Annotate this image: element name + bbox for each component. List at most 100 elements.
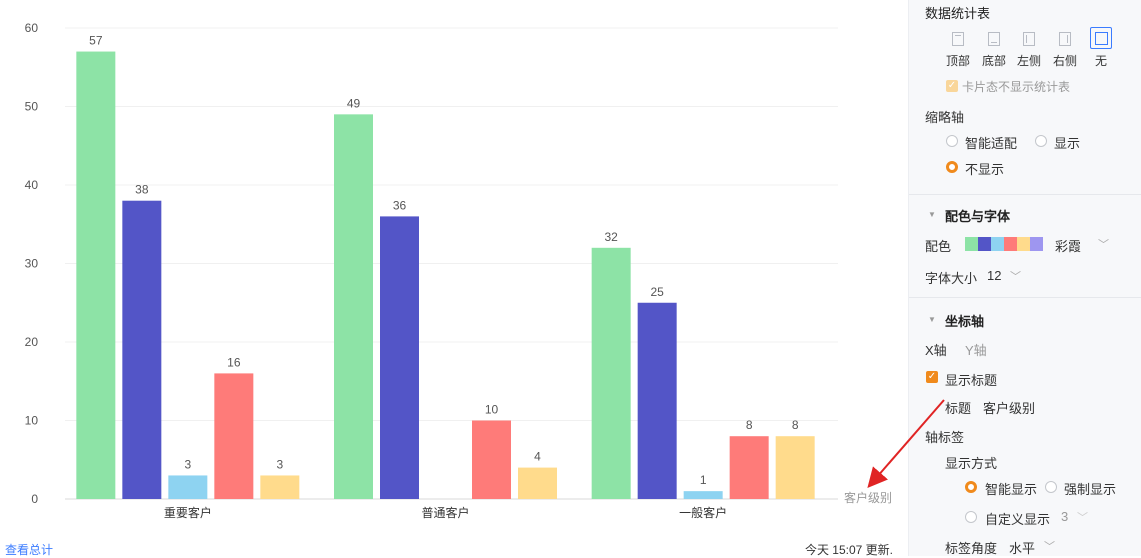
legend-right-button[interactable] — [1054, 28, 1076, 50]
custom-display-value[interactable]: 3 — [1061, 509, 1068, 524]
thumb-axis-option-label: 显示 — [1054, 136, 1081, 151]
swatch — [1004, 237, 1017, 251]
data-label: 25 — [650, 285, 664, 299]
bar — [122, 200, 162, 499]
divider — [909, 297, 1141, 298]
card-hide-checkbox[interactable]: ✓ — [946, 80, 958, 92]
label-angle-label: 标签角度 — [945, 541, 998, 556]
legend-section-title: 数据统计表 — [925, 6, 991, 21]
bar — [472, 420, 511, 499]
layout-right-icon — [1059, 32, 1071, 46]
legend-option-label: 顶部 — [945, 54, 970, 68]
bar — [775, 436, 815, 499]
thumb-axis-option-label: 不显示 — [965, 162, 1005, 177]
thumb-axis-hide-radio[interactable] — [946, 161, 958, 173]
tab-x-axis[interactable]: X轴 — [925, 340, 947, 359]
bar — [683, 491, 723, 499]
data-label: 3 — [276, 457, 283, 471]
bar — [729, 436, 769, 499]
chevron-down-icon[interactable]: ﹀ — [1044, 538, 1055, 554]
bar — [76, 51, 116, 500]
data-label: 1 — [700, 473, 707, 487]
y-tick-label: 50 — [25, 100, 39, 114]
bar — [260, 475, 300, 499]
bar — [518, 467, 557, 499]
legend-left-button[interactable] — [1018, 28, 1040, 50]
data-label: 8 — [792, 418, 799, 432]
show-title-label: 显示标题 — [945, 373, 998, 388]
data-label: 49 — [347, 96, 361, 110]
palette-name[interactable]: 彩霞 — [1055, 236, 1081, 255]
data-label: 57 — [89, 34, 103, 48]
update-time: 今天 15:07 更新. — [804, 543, 893, 557]
axis-section-title: 坐标轴 — [945, 314, 985, 329]
legend-option-label: 左侧 — [1016, 54, 1041, 68]
settings-panel: 数据统计表 顶部 底部 左侧 右侧 无 ✓ 卡片态不显示统计表 缩略轴 智能适配… — [908, 0, 1141, 556]
swatch — [965, 237, 978, 251]
bar — [380, 216, 419, 499]
y-tick-label: 20 — [25, 335, 39, 349]
data-label: 3 — [184, 457, 191, 471]
layout-bottom-icon — [988, 32, 1000, 46]
palette-swatches[interactable] — [965, 237, 1043, 251]
chevron-down-icon[interactable]: ﹀ — [1077, 509, 1088, 525]
axis-title-input[interactable]: 客户级别 — [983, 398, 1035, 417]
smart-display-radio[interactable] — [965, 481, 977, 493]
y-tick-label: 30 — [25, 257, 39, 271]
force-display-label: 强制显示 — [1064, 482, 1117, 497]
legend-none-button[interactable] — [1090, 27, 1112, 49]
data-label: 32 — [604, 230, 618, 244]
chevron-down-icon[interactable]: ﹀ — [1010, 268, 1021, 284]
thumb-axis-smart-radio[interactable] — [946, 135, 958, 147]
show-title-checkbox[interactable]: ✓ — [926, 371, 938, 383]
data-label: 16 — [227, 355, 241, 369]
bar — [214, 373, 254, 499]
layout-left-icon — [1023, 32, 1035, 46]
axis-title-label: 标题 — [945, 401, 972, 416]
card-hide-label: 卡片态不显示统计表 — [962, 80, 1071, 94]
chart-area: 0 10 20 30 40 50 60 57 38 3 16 3 重要客户 49 36 10 4 普通客户 32 25… — [0, 0, 908, 558]
tab-y-axis[interactable]: Y轴 — [965, 340, 987, 359]
bar — [591, 247, 631, 499]
custom-display-radio[interactable] — [965, 511, 977, 523]
display-mode-label: 显示方式 — [945, 456, 998, 471]
layout-top-icon — [952, 32, 964, 46]
x-axis-title: 客户级别 — [844, 490, 892, 505]
data-label: 8 — [746, 418, 753, 432]
smart-display-label: 智能显示 — [985, 482, 1038, 497]
data-label: 38 — [135, 183, 149, 197]
x-tick-label: 重要客户 — [164, 505, 212, 520]
legend-bottom-button[interactable] — [983, 28, 1005, 50]
layout-none-icon — [1094, 31, 1108, 45]
x-tick-label: 一般客户 — [679, 505, 727, 520]
bar — [637, 302, 677, 499]
legend-top-button[interactable] — [947, 28, 969, 50]
view-total-link[interactable]: 查看总计 — [5, 541, 53, 558]
thumb-axis-show-radio[interactable] — [1035, 135, 1047, 147]
tick-label-heading: 轴标签 — [925, 430, 965, 445]
font-size-label: 字体大小 — [925, 271, 978, 286]
y-tick-label: 60 — [25, 21, 39, 35]
swatch — [1017, 237, 1030, 251]
legend-option-label: 底部 — [981, 54, 1006, 68]
divider — [909, 194, 1141, 195]
y-tick-label: 40 — [25, 178, 39, 192]
x-tick-label: 普通客户 — [421, 505, 469, 520]
bar — [334, 114, 373, 499]
check-icon: ✓ — [927, 371, 937, 382]
color-font-title: 配色与字体 — [945, 209, 1011, 224]
chevron-down-icon[interactable]: ﹀ — [1098, 236, 1109, 252]
swatch — [991, 237, 1004, 251]
thumb-axis-title: 缩略轴 — [925, 110, 965, 125]
force-display-radio[interactable] — [1045, 481, 1057, 493]
data-label: 4 — [534, 450, 541, 464]
collapse-caret-icon[interactable]: ▼ — [928, 210, 936, 219]
bar-chart: 0 10 20 30 40 50 60 57 38 3 16 3 重要客户 49 36 10 4 普通客户 32 25… — [25, 21, 892, 520]
label-angle-value[interactable]: 水平 — [1009, 538, 1035, 556]
y-tick-label: 10 — [25, 414, 39, 428]
y-tick-label: 0 — [31, 492, 38, 506]
data-label: 10 — [485, 403, 499, 417]
swatch — [978, 237, 991, 251]
font-size-value[interactable]: 12 — [987, 268, 1001, 283]
collapse-caret-icon[interactable]: ▼ — [928, 315, 936, 324]
